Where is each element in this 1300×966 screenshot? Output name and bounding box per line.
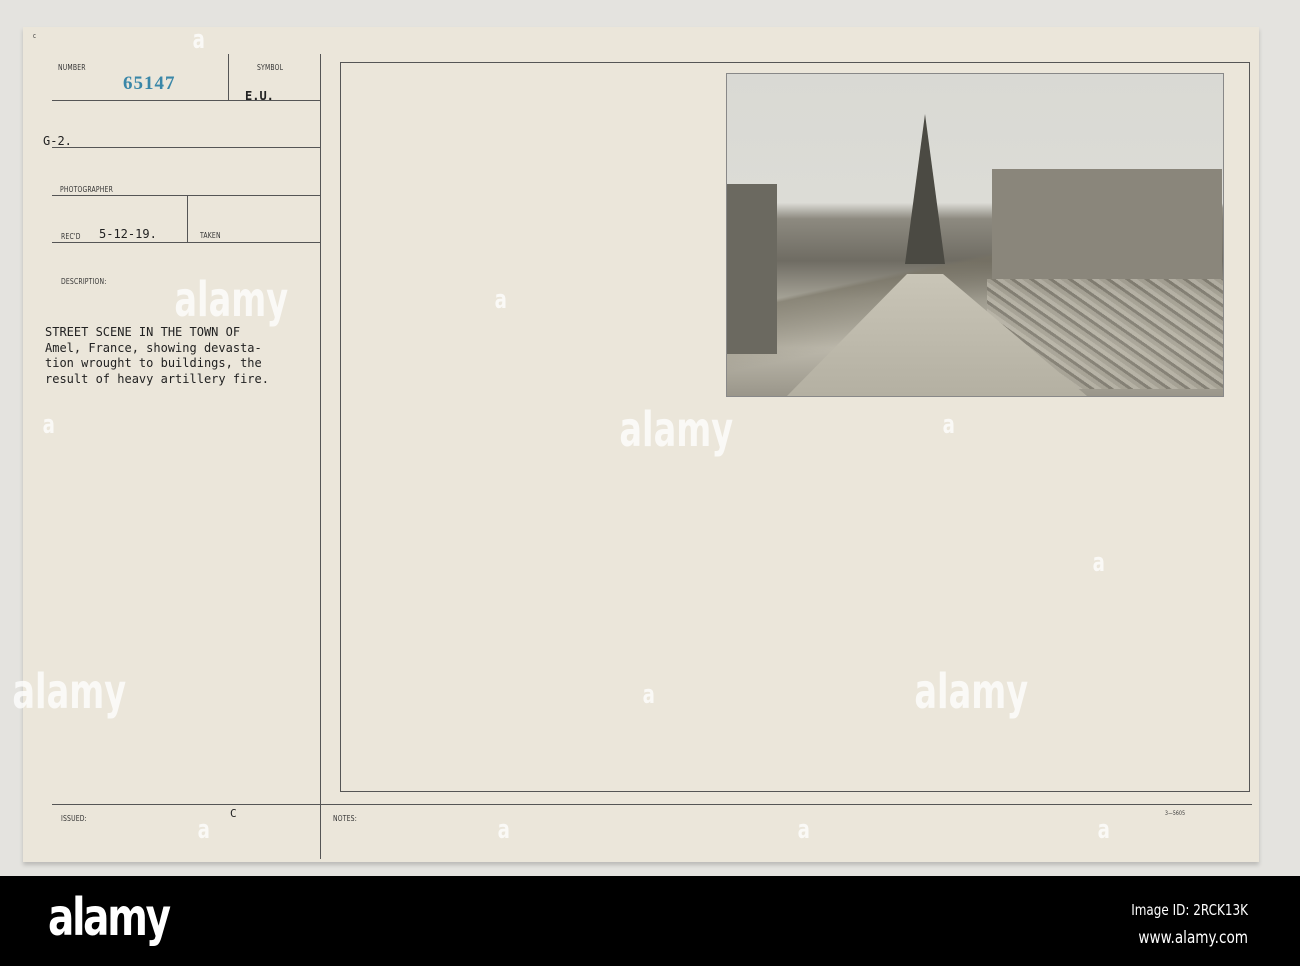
divider <box>52 195 320 196</box>
symbol-label: SYMBOL <box>257 63 284 72</box>
photo-tree <box>905 114 945 264</box>
watermark: a <box>494 285 507 315</box>
watermark: a <box>1092 548 1105 578</box>
divider <box>52 242 320 243</box>
watermark: a <box>1097 815 1110 845</box>
issued-value: C <box>230 807 237 820</box>
watermark: a <box>497 815 510 845</box>
street-scene-photo <box>726 73 1224 397</box>
alamy-logo: alamy <box>48 888 171 948</box>
stock-footer: alamy Image ID: 2RCK13K www.alamy.com <box>0 876 1300 966</box>
image-id: Image ID: 2RCK13K <box>1131 901 1248 919</box>
notes-label: NOTES: <box>333 814 357 823</box>
photographer-label: PHOTOGRAPHER <box>60 185 114 194</box>
description-text: STREET SCENE IN THE TOWN OF Amel, France… <box>45 325 269 387</box>
description-line: result of heavy artillery fire. <box>45 371 269 386</box>
number-label: NUMBER <box>58 63 86 72</box>
watermark: alamy <box>12 664 127 720</box>
site-url[interactable]: www.alamy.com <box>1138 928 1248 948</box>
issued-label: ISSUED: <box>61 814 87 823</box>
record-number: 65147 <box>123 73 176 94</box>
watermark: a <box>192 25 205 55</box>
divider <box>228 54 229 100</box>
watermark: a <box>197 815 210 845</box>
divider <box>52 100 320 101</box>
recd-date: 5-12-19. <box>99 227 157 241</box>
column-divider <box>320 54 321 859</box>
watermark: alamy <box>174 272 289 328</box>
photo-building-left <box>727 184 777 354</box>
description-line: tion wrought to buildings, the <box>45 356 262 370</box>
description-line: Amel, France, showing devasta- <box>45 340 262 355</box>
taken-label: TAKEN <box>200 231 221 240</box>
watermark: a <box>797 815 810 845</box>
form-code: 3—5605 <box>1165 810 1186 817</box>
watermark: a <box>642 680 655 710</box>
description-label: DESCRIPTION: <box>61 277 107 286</box>
unit-value: G-2. <box>43 134 72 148</box>
watermark: a <box>42 410 55 440</box>
divider <box>187 196 188 242</box>
corner-mark: c <box>33 32 37 40</box>
watermark: alamy <box>619 402 734 458</box>
watermark: alamy <box>914 664 1029 720</box>
recd-label: REC'D <box>61 232 81 241</box>
divider <box>52 804 1252 805</box>
divider <box>52 147 320 148</box>
watermark: a <box>942 410 955 440</box>
photo-ruined-building <box>992 169 1222 289</box>
